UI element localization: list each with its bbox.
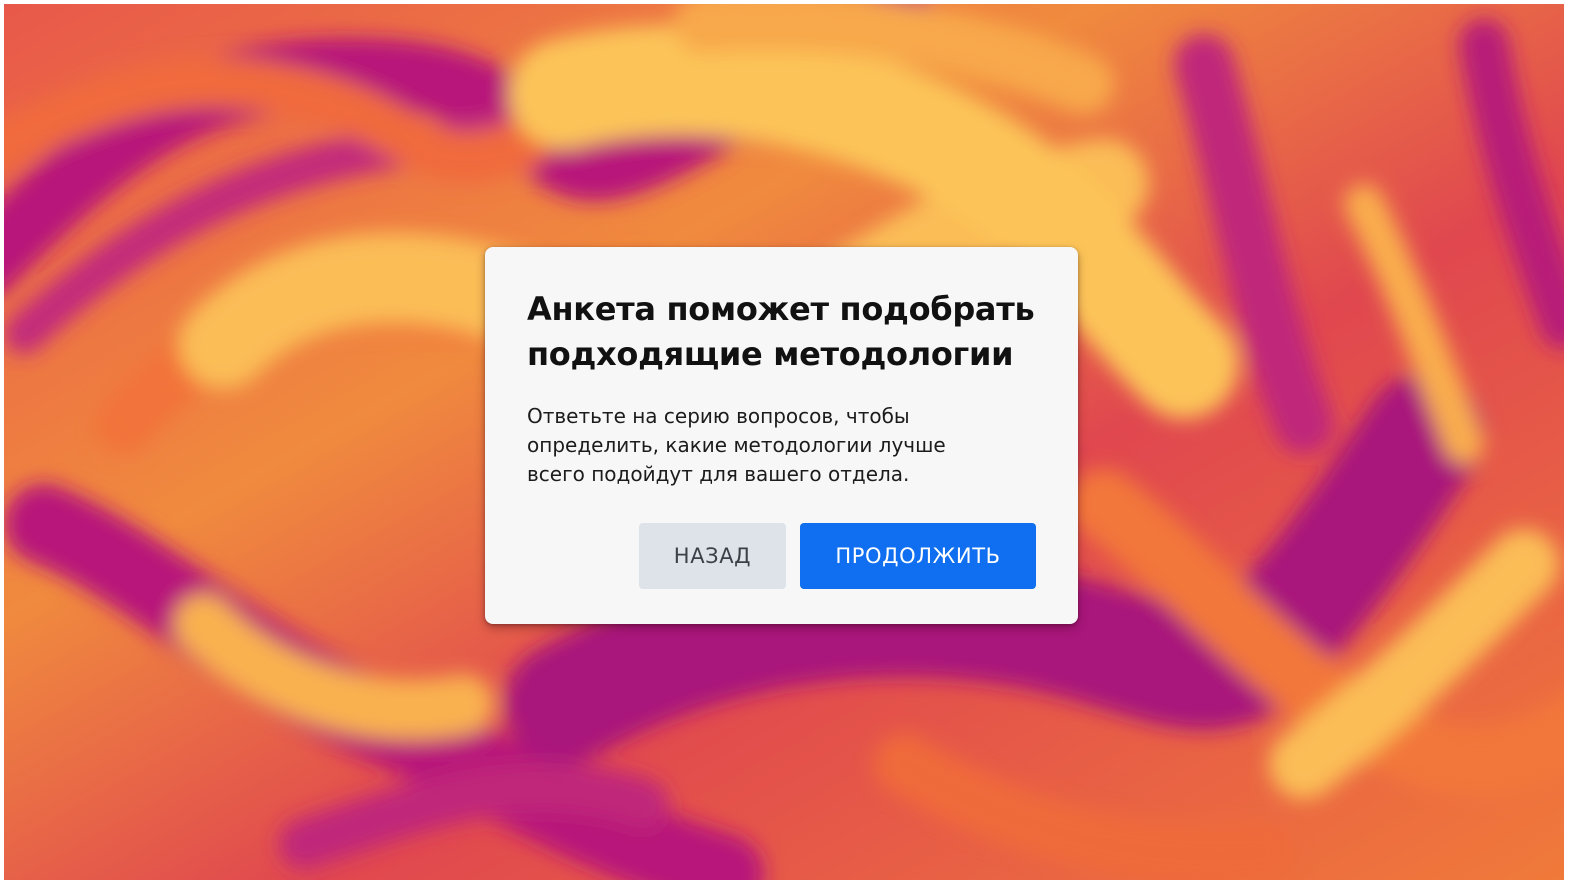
back-button[interactable]: НАЗАД [639, 523, 786, 589]
continue-button[interactable]: ПРОДОЛЖИТЬ [800, 523, 1036, 589]
survey-intro-dialog: Анкета поможет подобрать подходящие мето… [485, 247, 1078, 624]
dialog-description: Ответьте на серию вопросов, чтобы опреде… [527, 404, 946, 486]
dialog-actions: НАЗАД ПРОДОЛЖИТЬ [639, 523, 1036, 589]
dialog-title: Анкета поможет подобрать подходящие мето… [527, 290, 1035, 373]
